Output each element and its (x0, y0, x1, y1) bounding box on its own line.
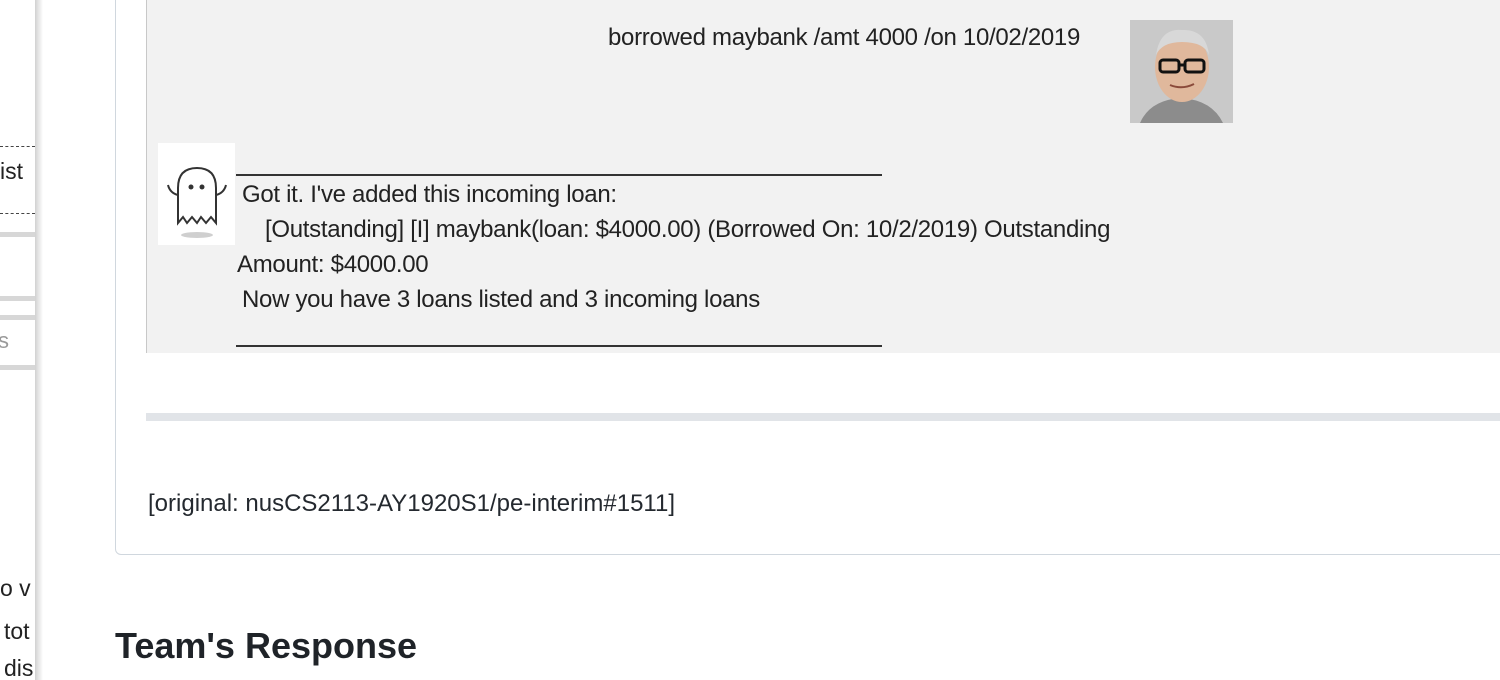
background-window-strip: ist s o v tot dis (0, 0, 35, 680)
divider (0, 146, 35, 147)
divider (0, 213, 35, 214)
bot-message-line: Amount: $4000.00 (237, 251, 429, 278)
divider (0, 315, 35, 320)
divider (236, 174, 882, 176)
divider (0, 365, 35, 370)
background-text: ist (0, 158, 23, 184)
bot-message-line: Got it. I've added this incoming loan: (242, 181, 617, 208)
divider (0, 296, 35, 301)
ghost-icon (158, 143, 235, 245)
user-message: borrowed maybank /amt 4000 /on 10/02/201… (608, 24, 1081, 51)
divider (236, 345, 882, 347)
divider (0, 232, 35, 237)
horizontal-rule (146, 413, 1500, 421)
section-heading: Team's Response (115, 625, 418, 666)
bot-message-line: Now you have 3 loans listed and 3 incomi… (242, 286, 760, 313)
user-avatar (1130, 20, 1233, 123)
background-text: tot (4, 618, 30, 644)
background-text: dis (4, 655, 34, 680)
original-reference: [original: nusCS2113-AY1920S1/pe-interim… (148, 490, 675, 517)
background-text: s (0, 328, 9, 353)
window-shadow (35, 0, 43, 680)
background-text: o v (0, 575, 31, 601)
bot-message-line: [Outstanding] [I] maybank(loan: $4000.00… (265, 216, 1111, 243)
